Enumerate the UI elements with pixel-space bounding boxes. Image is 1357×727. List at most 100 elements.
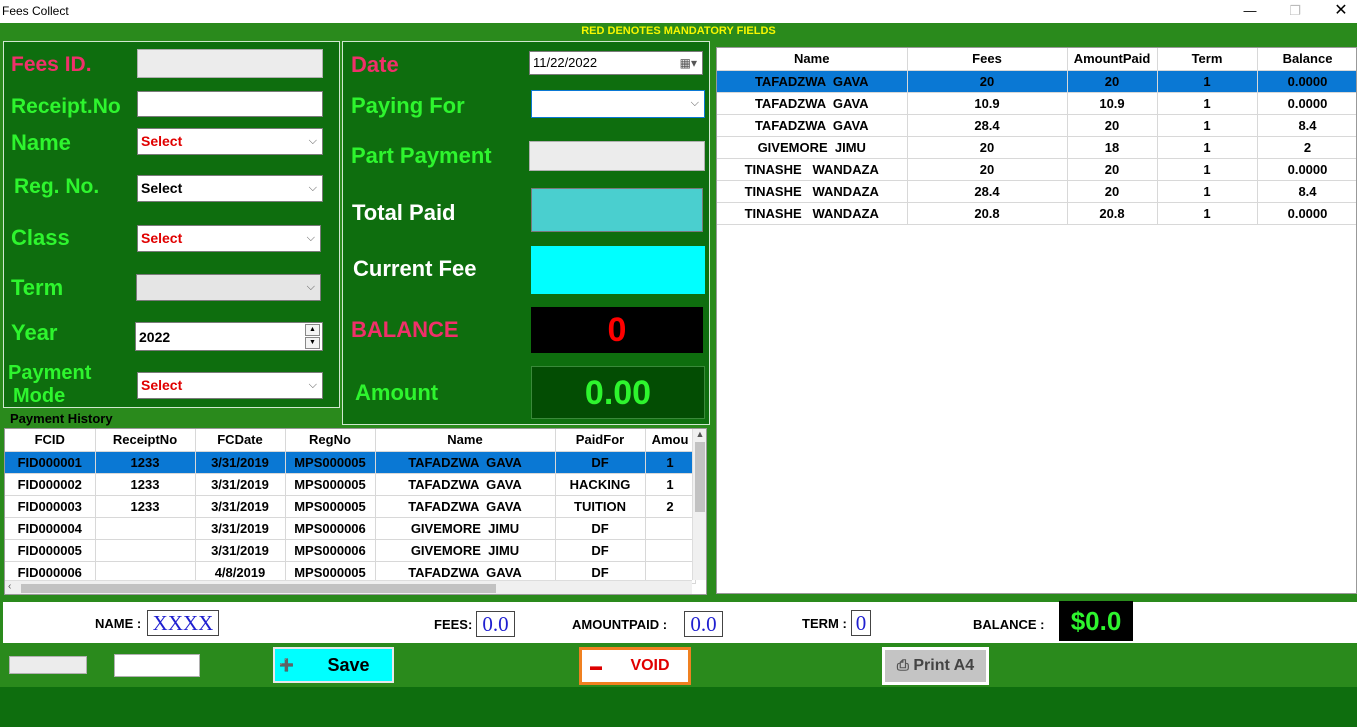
year-spinner[interactable]: 2022: [135, 322, 323, 351]
table-cell[interactable]: 1: [645, 451, 696, 474]
history-horizontal-thumb[interactable]: [21, 584, 496, 593]
table-cell[interactable]: DF: [555, 517, 646, 540]
spinner-up-icon[interactable]: ▲: [305, 324, 320, 336]
table-cell[interactable]: 0.0000: [1257, 70, 1356, 93]
history-column-header[interactable]: Amou: [645, 429, 696, 452]
table-cell[interactable]: 3/31/2019: [195, 473, 286, 496]
table-cell[interactable]: GIVEMORE JIMU: [375, 517, 556, 540]
table-cell[interactable]: FID000001: [5, 451, 96, 474]
table-cell[interactable]: 0.0000: [1257, 202, 1356, 225]
payment-mode-select[interactable]: Select ⌵: [137, 372, 323, 399]
table-cell[interactable]: 20.8: [907, 202, 1068, 225]
restore-icon[interactable]: ❐: [1285, 2, 1305, 20]
table-cell[interactable]: 20: [907, 136, 1068, 159]
table-cell[interactable]: 20: [907, 158, 1068, 181]
table-cell[interactable]: 1: [1157, 180, 1258, 203]
table-cell[interactable]: 20: [1067, 114, 1158, 137]
table-cell[interactable]: TAFADZWA GAVA: [375, 451, 556, 474]
table-cell[interactable]: 1: [1157, 92, 1258, 115]
table-cell[interactable]: FID000003: [5, 495, 96, 518]
table-cell[interactable]: 10.9: [907, 92, 1068, 115]
table-cell[interactable]: TINASHE WANDAZA: [717, 158, 908, 181]
table-cell[interactable]: 20: [1067, 158, 1158, 181]
table-cell[interactable]: TAFADZWA GAVA: [375, 495, 556, 518]
table-cell[interactable]: FID000002: [5, 473, 96, 496]
history-vertical-thumb[interactable]: [695, 442, 705, 512]
history-column-header[interactable]: FCID: [5, 429, 96, 452]
fees-id-field[interactable]: [137, 49, 323, 78]
table-cell[interactable]: DF: [555, 451, 646, 474]
table-cell[interactable]: TAFADZWA GAVA: [375, 473, 556, 496]
table-cell[interactable]: HACKING: [555, 473, 646, 496]
balances-column-header[interactable]: AmountPaid: [1067, 48, 1158, 71]
receipt-no-field[interactable]: [137, 91, 323, 117]
table-cell[interactable]: FID000004: [5, 517, 96, 540]
table-row[interactable]: TINASHE WANDAZA 20 20 1 0.0000: [717, 158, 1356, 181]
history-column-header[interactable]: FCDate: [195, 429, 286, 452]
table-cell[interactable]: MPS000006: [285, 517, 376, 540]
print-button[interactable]: ⎙ Print A4: [882, 647, 989, 685]
table-cell[interactable]: 20: [1067, 180, 1158, 203]
table-cell[interactable]: 0.0000: [1257, 92, 1356, 115]
table-cell[interactable]: MPS000005: [285, 473, 376, 496]
table-cell[interactable]: 28.4: [907, 180, 1068, 203]
spinner-down-icon[interactable]: ▼: [305, 337, 320, 349]
table-cell[interactable]: 20: [1067, 70, 1158, 93]
amount-display[interactable]: 0.00: [531, 366, 705, 419]
table-row[interactable]: TAFADZWA GAVA 20 20 1 0.0000: [717, 70, 1356, 93]
table-cell[interactable]: TINASHE WANDAZA: [717, 202, 908, 225]
date-picker[interactable]: 11/22/2022 ▦▾: [529, 51, 703, 75]
table-row[interactable]: FID000005 3/31/2019 MPS000006 GIVEMORE JIMU…: [5, 539, 696, 562]
table-cell[interactable]: 18: [1067, 136, 1158, 159]
balances-column-header[interactable]: Term: [1157, 48, 1258, 71]
table-cell[interactable]: GIVEMORE JIMU: [375, 539, 556, 562]
table-cell[interactable]: 2: [1257, 136, 1356, 159]
bottom-field-1[interactable]: [9, 656, 87, 674]
history-column-header[interactable]: RegNo: [285, 429, 376, 452]
table-cell[interactable]: TUITION: [555, 495, 646, 518]
table-row[interactable]: GIVEMORE JIMU 20 18 1 2: [717, 136, 1356, 159]
table-cell[interactable]: MPS000005: [285, 451, 376, 474]
table-cell[interactable]: TAFADZWA GAVA: [717, 70, 908, 93]
history-column-header[interactable]: PaidFor: [555, 429, 646, 452]
class-select[interactable]: Select ⌵: [137, 225, 321, 252]
save-button[interactable]: ➕ Save: [273, 647, 394, 683]
table-cell[interactable]: 1: [1157, 114, 1258, 137]
table-cell[interactable]: GIVEMORE JIMU: [717, 136, 908, 159]
table-cell[interactable]: FID000005: [5, 539, 96, 562]
close-icon[interactable]: ✕: [1331, 2, 1351, 20]
balances-grid[interactable]: Name Fees AmountPaid Term Balance TAFADZWA G…: [716, 47, 1357, 594]
table-cell[interactable]: 0.0000: [1257, 158, 1356, 181]
table-cell[interactable]: 3/31/2019: [195, 539, 286, 562]
table-cell[interactable]: 1: [645, 473, 696, 496]
table-row[interactable]: FID000004 3/31/2019 MPS000006 GIVEMORE JIMU…: [5, 517, 696, 540]
table-cell[interactable]: TINASHE WANDAZA: [717, 180, 908, 203]
table-row[interactable]: TINASHE WANDAZA 28.4 20 1 8.4: [717, 180, 1356, 203]
void-button[interactable]: ▬ VOID: [579, 647, 691, 685]
table-row[interactable]: FID000003 1233 3/31/2019 MPS000005 TAFADZWA …: [5, 495, 696, 518]
table-cell[interactable]: [645, 539, 696, 562]
table-cell[interactable]: MPS000005: [285, 495, 376, 518]
payment-history-grid[interactable]: FCID ReceiptNo FCDate RegNo Name PaidFor Amou …: [4, 428, 707, 595]
table-cell[interactable]: 1233: [95, 495, 196, 518]
table-cell[interactable]: 1: [1157, 70, 1258, 93]
scroll-up-icon[interactable]: ▲: [693, 429, 706, 439]
table-cell[interactable]: MPS000006: [285, 539, 376, 562]
table-cell[interactable]: 20: [907, 70, 1068, 93]
reg-no-select[interactable]: Select ⌵: [137, 175, 323, 202]
table-cell[interactable]: 1: [1157, 136, 1258, 159]
balances-column-header[interactable]: Balance: [1257, 48, 1356, 71]
part-payment-field[interactable]: [529, 141, 705, 171]
table-cell[interactable]: 20.8: [1067, 202, 1158, 225]
table-cell[interactable]: 10.9: [1067, 92, 1158, 115]
term-select[interactable]: ⌵: [136, 274, 321, 301]
history-column-header[interactable]: Name: [375, 429, 556, 452]
table-cell[interactable]: 2: [645, 495, 696, 518]
table-cell[interactable]: TAFADZWA GAVA: [717, 92, 908, 115]
table-cell[interactable]: TAFADZWA GAVA: [717, 114, 908, 137]
balances-column-header[interactable]: Name: [717, 48, 908, 71]
name-select[interactable]: Select ⌵: [137, 128, 323, 155]
table-cell[interactable]: 3/31/2019: [195, 451, 286, 474]
table-row[interactable]: TAFADZWA GAVA 28.4 20 1 8.4: [717, 114, 1356, 137]
minimize-icon[interactable]: —: [1240, 2, 1260, 20]
